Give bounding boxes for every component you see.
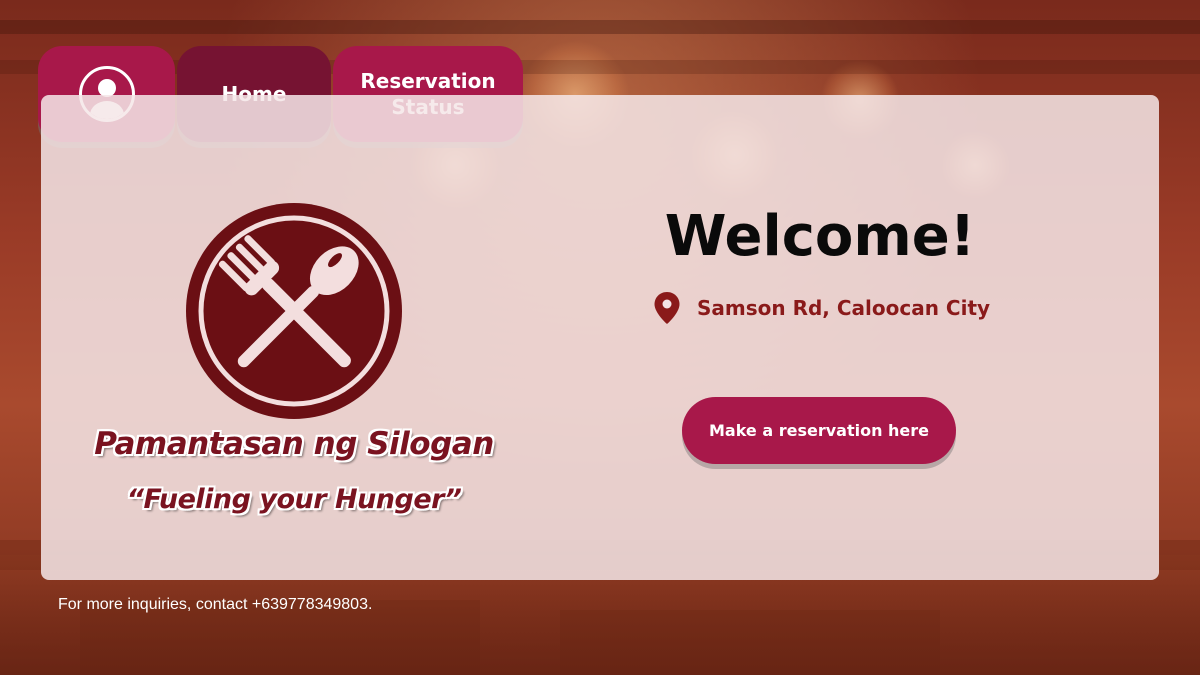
brand-tagline: “Fueling your Hunger” xyxy=(126,484,462,515)
page: Home Reservation Status Pamantasan ng Si… xyxy=(0,0,1200,675)
location-text: Samson Rd, Caloocan City xyxy=(697,296,991,320)
welcome-heading: Welcome! xyxy=(664,204,976,269)
location-pin-icon xyxy=(654,292,680,324)
location-row: Samson Rd, Caloocan City xyxy=(653,290,990,326)
contact-footer: For more inquiries, contact +63977834980… xyxy=(58,596,373,613)
brand-name: Pamantasan ng Silogan xyxy=(94,426,494,462)
fork-spoon-logo-icon xyxy=(186,203,402,419)
make-reservation-button[interactable]: Make a reservation here xyxy=(682,397,956,464)
